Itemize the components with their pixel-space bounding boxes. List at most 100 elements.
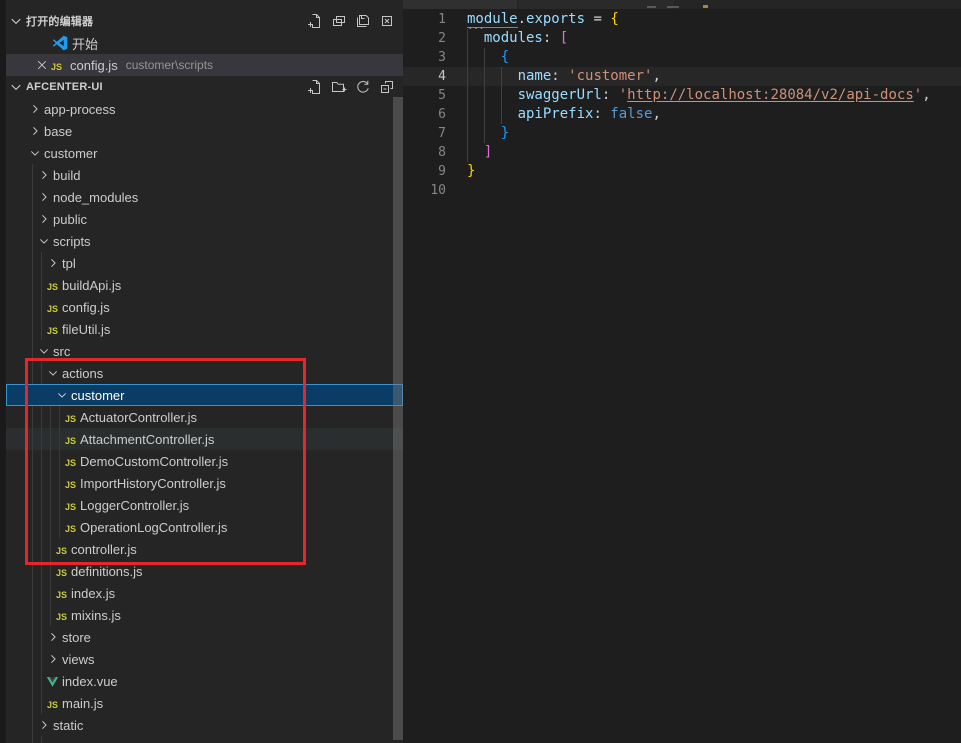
tree-folder-row[interactable]: node_modules — [6, 186, 403, 208]
tree-file-row[interactable]: JSmain.js — [6, 692, 403, 714]
tree-file-row[interactable]: JSconfig.js — [6, 296, 403, 318]
code-area: 1module.exports = {2 modules: [3 {4 name… — [403, 10, 961, 200]
code-text: { — [467, 48, 509, 67]
tree-indent-guide — [50, 428, 51, 450]
tree-indent-guide — [41, 538, 42, 560]
code-line: 8 ] — [403, 143, 961, 162]
tree-indent-guide — [32, 274, 33, 296]
tree-indent-guide — [50, 516, 51, 538]
tree-indent-guide — [59, 428, 60, 450]
tree-indent-guide — [32, 252, 33, 274]
refresh-icon[interactable] — [355, 79, 371, 95]
tree-file-row[interactable]: JS — [6, 736, 403, 743]
chevron-right-icon — [37, 212, 49, 226]
tree-indent-guide — [41, 582, 42, 604]
tree-indent-guide — [32, 736, 33, 743]
line-number: 6 — [403, 105, 467, 124]
tree-indent-guide — [32, 230, 33, 252]
tree-folder-row[interactable]: store — [6, 626, 403, 648]
tree-indent-guide — [41, 472, 42, 494]
new-file-icon[interactable] — [307, 79, 323, 95]
tree-indent-guide — [32, 494, 33, 516]
tree-indent-guide — [32, 560, 33, 582]
js-file-icon: JS — [46, 279, 59, 292]
tree-file-row[interactable]: index.vue — [6, 670, 403, 692]
open-editor-label: config.js — [70, 58, 118, 73]
new-folder-icon[interactable] — [331, 79, 347, 95]
tree-folder-row[interactable]: app-process — [6, 98, 403, 120]
code-line: 7 } — [403, 124, 961, 143]
chevron-down-icon — [55, 388, 67, 402]
line-number: 2 — [403, 29, 467, 48]
line-number: 9 — [403, 162, 467, 181]
code-text: swaggerUrl: 'http://localhost:28084/v2/a… — [467, 86, 931, 105]
tree-indent-guide — [41, 560, 42, 582]
tree-file-row[interactable]: JSOperationLogController.js — [6, 516, 403, 538]
tree-file-row[interactable]: JSImportHistoryController.js — [6, 472, 403, 494]
tree-file-row[interactable]: JSbuildApi.js — [6, 274, 403, 296]
tree-indent-guide — [32, 472, 33, 494]
tree-item-label: DemoCustomController.js — [80, 454, 228, 469]
js-file-icon: JS — [64, 521, 77, 534]
editor-pane[interactable]: 1module.exports = {2 modules: [3 {4 name… — [403, 0, 961, 743]
tree-indent-guide — [50, 450, 51, 472]
tree-file-row[interactable]: JSLoggerController.js — [6, 494, 403, 516]
chevron-right-icon — [28, 124, 40, 138]
tree-item-label: config.js — [62, 300, 110, 315]
tree-file-row[interactable]: JSActuatorController.js — [6, 406, 403, 428]
tree-folder-row[interactable]: scripts — [6, 230, 403, 252]
tree-indent-guide — [41, 670, 42, 692]
code-text: module.exports = { — [467, 10, 619, 29]
tree-item-label: customer — [71, 388, 124, 403]
tree-file-row[interactable]: JSfileUtil.js — [6, 318, 403, 340]
line-number: 1 — [403, 10, 467, 29]
tab-welcome-sliver[interactable] — [403, 0, 517, 9]
close-icon[interactable] — [34, 57, 50, 73]
close-all-icon[interactable] — [379, 13, 395, 29]
tree-indent-guide — [41, 274, 42, 296]
code-text: name: 'customer', — [467, 67, 661, 86]
tree-file-row[interactable]: JScontroller.js — [6, 538, 403, 560]
tree-item-label: definitions.js — [71, 564, 143, 579]
tree-indent-guide — [41, 516, 42, 538]
tree-item-label: OperationLogController.js — [80, 520, 227, 535]
open-editors-section-header[interactable]: 打开的编辑器 — [6, 10, 403, 32]
open-editor-item[interactable]: 开始 — [6, 32, 403, 54]
tree-indent-guide — [32, 516, 33, 538]
tree-folder-row[interactable]: tpl — [6, 252, 403, 274]
tree-file-row[interactable]: JSdefinitions.js — [6, 560, 403, 582]
save-all-icon[interactable] — [355, 13, 371, 29]
tree-folder-row[interactable]: customer — [6, 142, 403, 164]
tree-indent-guide — [50, 582, 51, 604]
tree-indent-guide — [41, 406, 42, 428]
tree-file-row[interactable]: JSmixins.js — [6, 604, 403, 626]
tree-indent-guide — [41, 252, 42, 274]
open-editor-item[interactable]: JSconfig.jscustomer\scripts — [6, 54, 403, 76]
tree-folder-row[interactable]: src — [6, 340, 403, 362]
tab-configjs-sliver[interactable] — [519, 0, 674, 9]
tree-indent-guide — [59, 450, 60, 472]
tree-file-row[interactable]: JSAttachmentController.js — [6, 428, 403, 450]
tree-indent-guide — [41, 494, 42, 516]
tree-indent-guide — [41, 428, 42, 450]
tree-folder-row[interactable]: views — [6, 648, 403, 670]
tree-folder-row[interactable]: base — [6, 120, 403, 142]
new-file-icon[interactable] — [307, 13, 323, 29]
tree-item-label: base — [44, 124, 72, 139]
js-file-icon: JS — [64, 411, 77, 424]
tree-indent-guide — [32, 604, 33, 626]
js-file-icon: JS — [64, 433, 77, 446]
explorer-section-header[interactable]: AFCENTER-UI — [6, 76, 403, 98]
sidebar-scrollbar[interactable] — [393, 97, 403, 740]
tree-folder-row[interactable]: build — [6, 164, 403, 186]
tree-folder-row[interactable]: public — [6, 208, 403, 230]
editor-layout-icon[interactable] — [331, 13, 347, 29]
tree-folder-row[interactable]: static — [6, 714, 403, 736]
tree-folder-row[interactable]: customer — [6, 384, 403, 406]
tree-indent-guide — [59, 494, 60, 516]
collapse-all-icon[interactable] — [379, 79, 395, 95]
tree-file-row[interactable]: JSDemoCustomController.js — [6, 450, 403, 472]
tree-indent-guide — [41, 736, 42, 743]
tree-folder-row[interactable]: actions — [6, 362, 403, 384]
tree-file-row[interactable]: JSindex.js — [6, 582, 403, 604]
